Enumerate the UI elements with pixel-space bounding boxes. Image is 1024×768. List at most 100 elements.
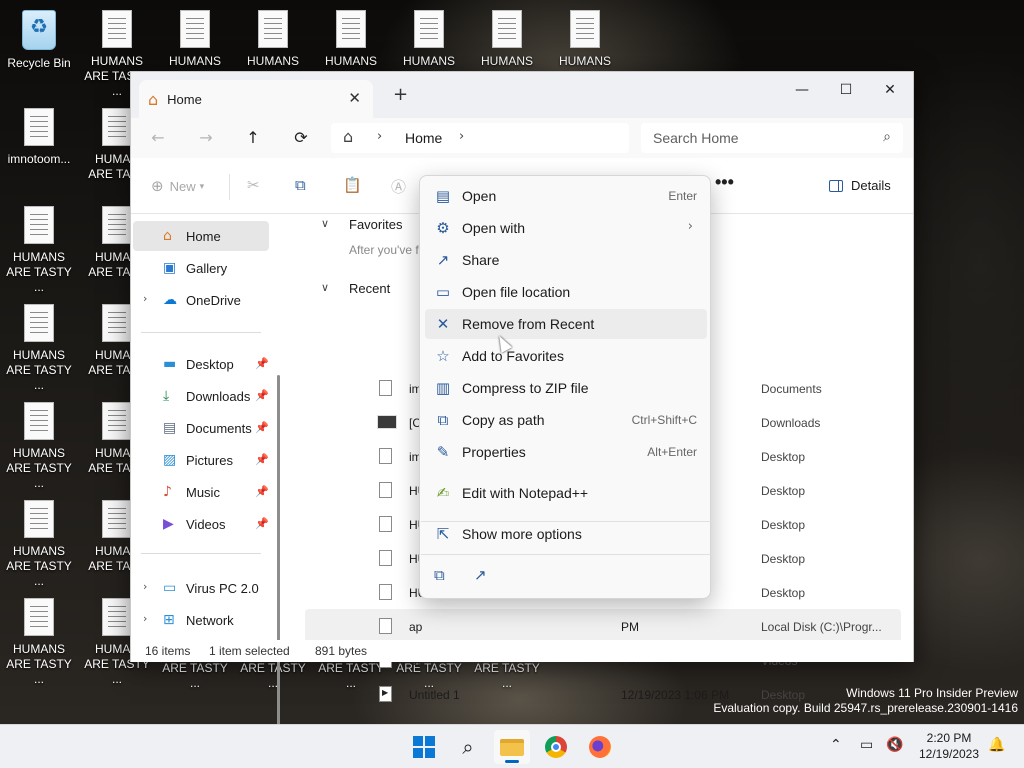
- sidebar-item-virus-pc-2-0[interactable]: › ▭ Virus PC 2.0: [133, 573, 269, 603]
- show-hidden-icons-chevron-icon[interactable]: ⌃: [830, 737, 842, 753]
- menu-separator: [421, 521, 711, 522]
- copy-icon[interactable]: ⧉: [434, 566, 445, 584]
- volume-muted-icon[interactable]: 🔇: [886, 737, 903, 753]
- details-button[interactable]: Details: [829, 178, 891, 193]
- sidebar-item-documents[interactable]: ▤ Documents 📌: [133, 413, 269, 443]
- desktop-icon-file[interactable]: HUMANS: [469, 10, 545, 69]
- pc-icon: ▭: [163, 580, 177, 596]
- desktop-icon-label: HUMANS: [558, 54, 611, 68]
- sidebar-item-desktop[interactable]: ▬ Desktop 📌: [133, 349, 269, 379]
- menu-item-show-more-options[interactable]: ⇱ Show more options: [425, 519, 707, 549]
- sidebar-item-network[interactable]: › ⊞ Network: [133, 605, 269, 635]
- menu-item-add-to-favorites[interactable]: ☆ Add to Favorites: [425, 341, 707, 371]
- desktop-icon-file[interactable]: HUMANS ARE TASTY ...: [1, 598, 77, 687]
- desktop-icon-file[interactable]: HUMANS ARE TASTY ...: [1, 402, 77, 491]
- desktop-icon-label[interactable]: ARE TASTY ...: [235, 661, 311, 691]
- chevron-right-icon[interactable]: ›: [459, 129, 464, 144]
- desktop-icon-file[interactable]: HUMANS: [547, 10, 623, 69]
- share-icon[interactable]: ↗: [474, 566, 487, 584]
- menu-item-copy-as-path[interactable]: ⧉ Copy as path Ctrl+Shift+C: [425, 405, 707, 435]
- desktop-icon-file[interactable]: HUMANS ARE TASTY ...: [1, 500, 77, 589]
- search-input[interactable]: [653, 128, 863, 148]
- desktop-icon-label: imnotoom...: [7, 152, 71, 166]
- chevron-down-icon[interactable]: ∨: [321, 217, 329, 230]
- sidebar-item-onedrive[interactable]: › ☁ OneDrive: [133, 285, 269, 315]
- notification-bell-icon[interactable]: 🔔: [988, 737, 1005, 753]
- recent-label: Recent: [349, 281, 391, 296]
- recent-group-header[interactable]: ∨ Recent: [321, 281, 391, 296]
- file-explorer-taskbar-button[interactable]: [494, 730, 530, 764]
- start-button[interactable]: [406, 730, 442, 764]
- search-button[interactable]: ⌕: [450, 730, 486, 764]
- desktop-icon-file[interactable]: HUMANS: [313, 10, 389, 69]
- chevron-right-icon[interactable]: ›: [143, 612, 147, 625]
- text-file-icon: [180, 10, 210, 48]
- context-menu: ▤ Open Enter ⚙ Open with › ↗ Share ▭ Open file lo…: [419, 175, 711, 599]
- clock[interactable]: 2:20 PM 12/19/2023: [918, 730, 980, 762]
- file-name: ap: [409, 620, 423, 634]
- chevron-down-icon[interactable]: ∨: [321, 281, 329, 294]
- sidebar-item-pictures[interactable]: ▨ Pictures 📌: [133, 445, 269, 475]
- sidebar-item-downloads[interactable]: ⤓ Downloads 📌: [133, 381, 269, 411]
- sidebar-scrollbar[interactable]: [277, 375, 280, 735]
- sidebar-item-gallery[interactable]: ▣ Gallery: [133, 253, 269, 283]
- search-icon[interactable]: ⌕: [883, 129, 891, 145]
- desktop-icon-recycle-bin[interactable]: Recycle Bin: [1, 10, 77, 71]
- menu-item-compress-to-zip-file[interactable]: ▥ Compress to ZIP file: [425, 373, 707, 403]
- pin-icon: 📌: [255, 485, 269, 498]
- text-file-icon: [102, 206, 132, 244]
- menu-item-open[interactable]: ▤ Open Enter: [425, 181, 707, 211]
- pin-icon: 📌: [255, 453, 269, 466]
- breadcrumb-home[interactable]: Home: [405, 130, 442, 146]
- menu-item-open-with[interactable]: ⚙ Open with ›: [425, 213, 707, 243]
- desktop-icon-file[interactable]: HUMANS: [391, 10, 467, 69]
- tab-close-icon[interactable]: ✕: [348, 89, 361, 107]
- menu-item-open-file-location[interactable]: ▭ Open file location: [425, 277, 707, 307]
- paste-icon[interactable]: 📋: [343, 176, 362, 194]
- menu-item-properties[interactable]: ✎ Properties Alt+Enter: [425, 437, 707, 467]
- sidebar-item-videos[interactable]: ▶ Videos 📌: [133, 509, 269, 539]
- firefox-icon: [589, 736, 611, 758]
- text-file-icon: [379, 618, 392, 634]
- desktop-icon-file[interactable]: HUMANS ARE TASTY ...: [1, 206, 77, 295]
- forward-button[interactable]: →: [193, 126, 219, 150]
- new-button[interactable]: ⊕ New ▾: [151, 177, 204, 195]
- favorites-group-header[interactable]: ∨ Favorites: [321, 217, 402, 232]
- address-bar[interactable]: ⌂ › Home ›: [331, 123, 629, 153]
- new-tab-button[interactable]: +: [393, 84, 408, 105]
- sidebar-item-home[interactable]: ⌂ Home: [133, 221, 269, 251]
- cut-icon[interactable]: ✂: [247, 176, 260, 194]
- rename-icon[interactable]: Ⓐ: [391, 176, 406, 197]
- desktop-icon-file[interactable]: HUMANS ARE TASTY ...: [1, 304, 77, 393]
- menu-item-share[interactable]: ↗ Share: [425, 245, 707, 275]
- text-file-icon: [379, 550, 392, 566]
- selection-count: 1 item selected: [209, 644, 290, 658]
- tab-home[interactable]: ⌂ Home ✕: [139, 80, 373, 118]
- chevron-right-icon[interactable]: ›: [377, 129, 382, 144]
- desktop-icon-file[interactable]: imnotoom...: [1, 108, 77, 167]
- chrome-taskbar-button[interactable]: [538, 730, 574, 764]
- table-row[interactable]: ap PM Local Disk (C:)\Progr...: [305, 609, 901, 643]
- search-box[interactable]: ⌕: [641, 123, 903, 153]
- chevron-right-icon[interactable]: ›: [143, 292, 147, 305]
- menu-item-label: Copy as path: [462, 412, 545, 428]
- open-icon: ▤: [435, 187, 451, 205]
- more-options-icon[interactable]: •••: [715, 172, 734, 193]
- chevron-right-icon[interactable]: ›: [143, 580, 147, 593]
- refresh-button[interactable]: ⟳: [288, 126, 314, 150]
- desktop-icon-file[interactable]: HUMANS: [235, 10, 311, 69]
- network-status-icon[interactable]: ▭: [860, 737, 873, 753]
- maximize-button[interactable]: ☐: [823, 76, 869, 104]
- menu-item-edit-with-notepad[interactable]: ✍ Edit with Notepad++: [425, 478, 707, 508]
- menu-item-remove-from-recent[interactable]: ✕ Remove from Recent: [425, 309, 707, 339]
- copy-icon[interactable]: ⧉: [295, 176, 306, 194]
- sidebar-item-music[interactable]: ♪ Music 📌: [133, 477, 269, 507]
- firefox-taskbar-button[interactable]: [582, 730, 618, 764]
- close-button[interactable]: ✕: [867, 76, 913, 104]
- up-button[interactable]: ↑: [240, 126, 266, 150]
- desktop-icon-label[interactable]: ARE TASTY ...: [157, 661, 233, 691]
- desktop-icon-file[interactable]: HUMANS: [157, 10, 233, 69]
- title-bar[interactable]: ⌂ Home ✕ + — ☐ ✕: [131, 72, 913, 118]
- back-button[interactable]: ←: [145, 126, 171, 150]
- minimize-button[interactable]: —: [779, 76, 825, 104]
